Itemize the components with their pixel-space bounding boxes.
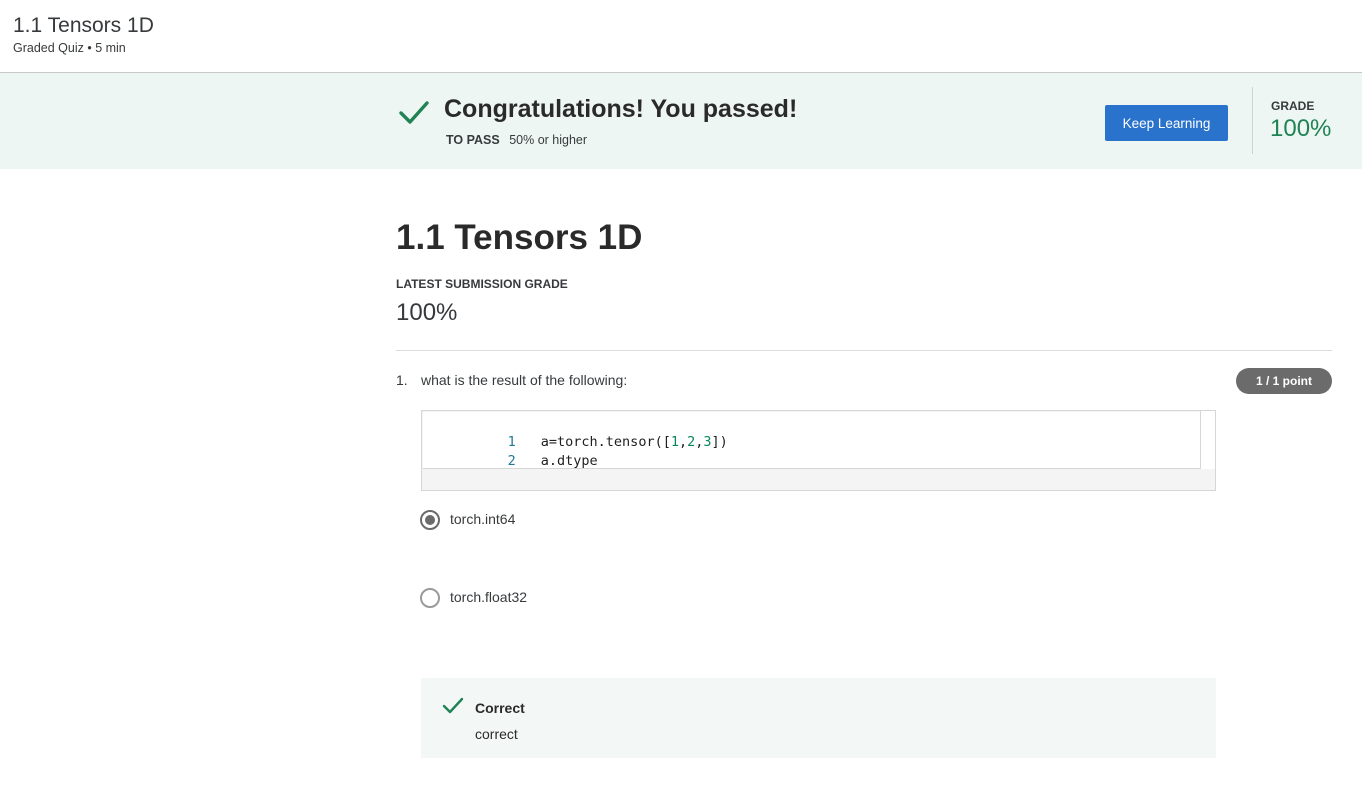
to-pass-value: 50% or higher (509, 133, 588, 147)
pass-banner: Congratulations! You passed! TO PASS 50%… (0, 73, 1362, 169)
code-line: 1 a=torch.tensor([1,2,3]) (423, 414, 728, 450)
option-label: torch.float32 (450, 589, 528, 605)
code-editor[interactable]: 1 a=torch.tensor([1,2,3]) 2 a.dtype (423, 412, 1201, 469)
submission-grade-label: LATEST SUBMISSION GRADE (396, 277, 568, 291)
feedback-box: Correct correct (421, 678, 1216, 758)
section-divider (396, 350, 1332, 351)
points-badge: 1 / 1 point (1236, 368, 1332, 394)
quiz-title: 1.1 Tensors 1D (396, 218, 643, 257)
check-icon (399, 101, 429, 124)
to-pass-label: TO PASS (446, 133, 500, 147)
radio-button[interactable] (420, 588, 440, 608)
code-text: a.dtype (540, 453, 598, 469)
code-scrollbar[interactable] (1200, 411, 1215, 469)
top-bar: 1.1 Tensors 1D Graded Quiz • 5 min (0, 0, 1362, 73)
check-icon (442, 697, 464, 714)
line-number: 2 (507, 453, 516, 469)
banner-divider (1252, 87, 1253, 154)
submission-grade-value: 100% (396, 299, 458, 326)
pass-headline: Congratulations! You passed! (444, 95, 798, 123)
keep-learning-button[interactable]: Keep Learning (1105, 105, 1228, 141)
question-text: what is the result of the following: (421, 372, 628, 388)
feedback-title: Correct (475, 700, 525, 716)
radio-button-selected[interactable] (420, 510, 440, 530)
grade-value: 100% (1270, 115, 1332, 142)
question-number: 1. (396, 372, 408, 388)
feedback-text: correct (475, 726, 518, 742)
code-line: 2 a.dtype (423, 433, 598, 469)
code-block: 1 a=torch.tensor([1,2,3]) 2 a.dtype (421, 410, 1216, 491)
to-pass-info: TO PASS 50% or higher (446, 133, 587, 147)
option-label: torch.int64 (450, 511, 516, 527)
grade-label: GRADE (1271, 99, 1315, 113)
header-meta: Graded Quiz • 5 min (13, 41, 126, 55)
header-title: 1.1 Tensors 1D (13, 14, 154, 37)
